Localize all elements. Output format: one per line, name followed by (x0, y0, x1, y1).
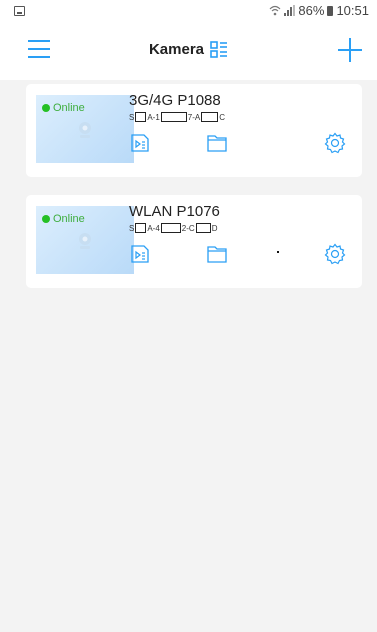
status-bar: 86% 10:51 (0, 0, 377, 24)
gear-icon[interactable] (324, 132, 346, 154)
status-text: Online (53, 102, 85, 114)
folder-icon[interactable] (206, 132, 228, 154)
battery-percent: 86% (298, 3, 325, 18)
folder-icon[interactable] (206, 243, 228, 265)
camera-card[interactable]: Online WLAN P1076 S A-4 2-C D (26, 195, 362, 288)
plus-icon[interactable] (338, 38, 362, 62)
redaction-box (160, 112, 187, 122)
playback-file-icon[interactable] (129, 132, 151, 154)
camera-serial: S A-1 7-A C (129, 112, 225, 122)
screen-speck (277, 251, 279, 253)
serial-part: D (211, 223, 218, 233)
redaction-box (160, 223, 181, 233)
camera-serial: S A-4 2-C D (129, 223, 217, 233)
redaction-box (135, 223, 147, 233)
gear-icon[interactable] (324, 243, 346, 265)
camera-icon (79, 233, 91, 249)
camera-icon (79, 122, 91, 138)
status-text: Online (53, 213, 85, 225)
redaction-box (195, 223, 211, 233)
online-dot-icon (42, 215, 50, 223)
serial-part: S (129, 223, 135, 233)
camera-thumbnail[interactable]: Online (36, 206, 134, 274)
redaction-box (201, 112, 219, 122)
page-title-container: Kamera (0, 41, 377, 58)
signal-icon (284, 5, 296, 16)
camera-name: 3G/4G P1088 (129, 92, 221, 109)
app-header: Kamera (0, 24, 377, 80)
serial-part: 7-A (187, 112, 201, 122)
redaction-box (135, 112, 147, 122)
wifi-icon (269, 5, 281, 16)
serial-part: S (129, 112, 135, 122)
status-badge: Online (42, 213, 85, 225)
serial-part: A-1 (147, 112, 160, 122)
status-badge: Online (42, 102, 85, 114)
online-dot-icon (42, 104, 50, 112)
serial-part: A-4 (147, 223, 160, 233)
camera-name: WLAN P1076 (129, 203, 220, 220)
clock: 10:51 (336, 3, 369, 18)
serial-part: C (219, 112, 226, 122)
battery-icon (327, 5, 334, 16)
camera-card[interactable]: Online 3G/4G P1088 S A-1 7-A C (26, 84, 362, 177)
camera-thumbnail[interactable]: Online (36, 95, 134, 163)
page-title: Kamera (148, 41, 205, 58)
serial-part: 2-C (181, 223, 195, 233)
grid-list-icon[interactable] (210, 41, 228, 58)
notification-icon (14, 6, 25, 16)
status-bar-right: 86% 10:51 (269, 3, 369, 18)
playback-file-icon[interactable] (129, 243, 151, 265)
